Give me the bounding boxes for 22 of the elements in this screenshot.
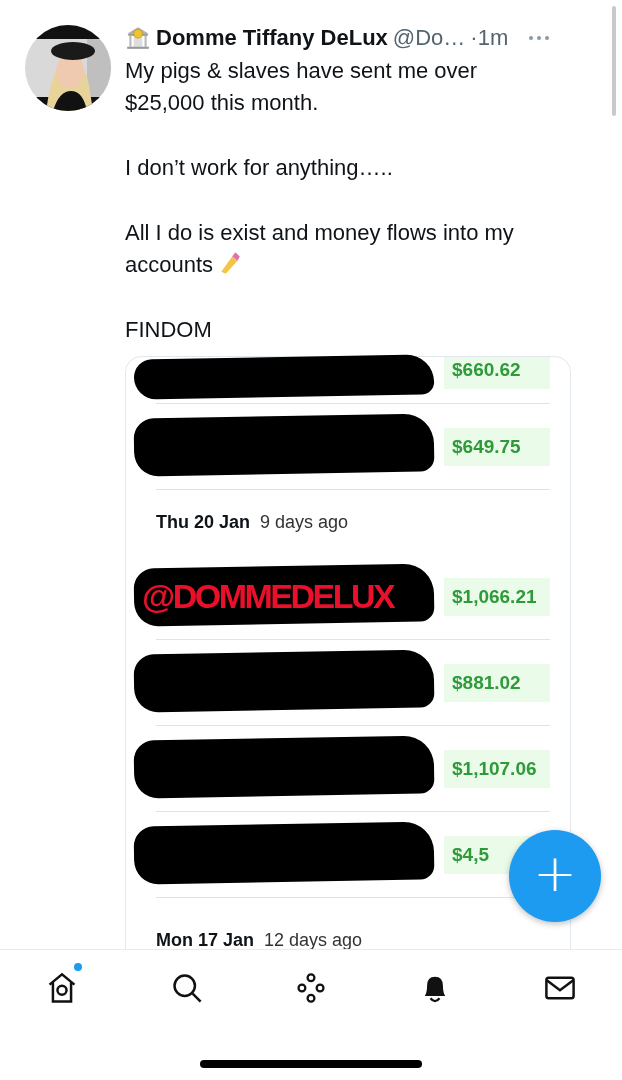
watermark-handle: @DOMMEDELUX: [142, 578, 394, 614]
relative-date: 12 days ago: [264, 930, 363, 949]
payment-amount: $649.75: [444, 427, 550, 466]
payment-amount: $1,107.06: [444, 749, 550, 788]
payment-amount: $1,066.21: [444, 577, 550, 616]
tweet-text: FINDOM: [125, 317, 212, 342]
user-handle: @Do…: [392, 25, 466, 51]
display-name[interactable]: Domme Tiffany DeLux: [156, 25, 388, 51]
payment-amount: $881.02: [444, 663, 550, 702]
date-heading: Mon 17 Jan: [156, 930, 255, 949]
payment-amount: $660.62: [444, 357, 550, 389]
tweet-text: I don’t work for anything…..: [125, 155, 393, 180]
bank-icon: [125, 25, 151, 51]
tweet-text: $25,000 this month.: [125, 90, 319, 115]
tweet-text: accounts: [125, 252, 214, 277]
relative-date: 9 days ago: [260, 511, 349, 533]
timestamp: ·1m: [470, 25, 509, 51]
tweet-text: My pigs & slaves have sent me over: [125, 58, 478, 83]
more-icon[interactable]: [527, 34, 552, 42]
tweet-text: All I do is exist and money flows into my: [125, 220, 514, 245]
date-heading: Thu 20 Jan: [156, 511, 251, 533]
notification-dot: [74, 963, 83, 971]
